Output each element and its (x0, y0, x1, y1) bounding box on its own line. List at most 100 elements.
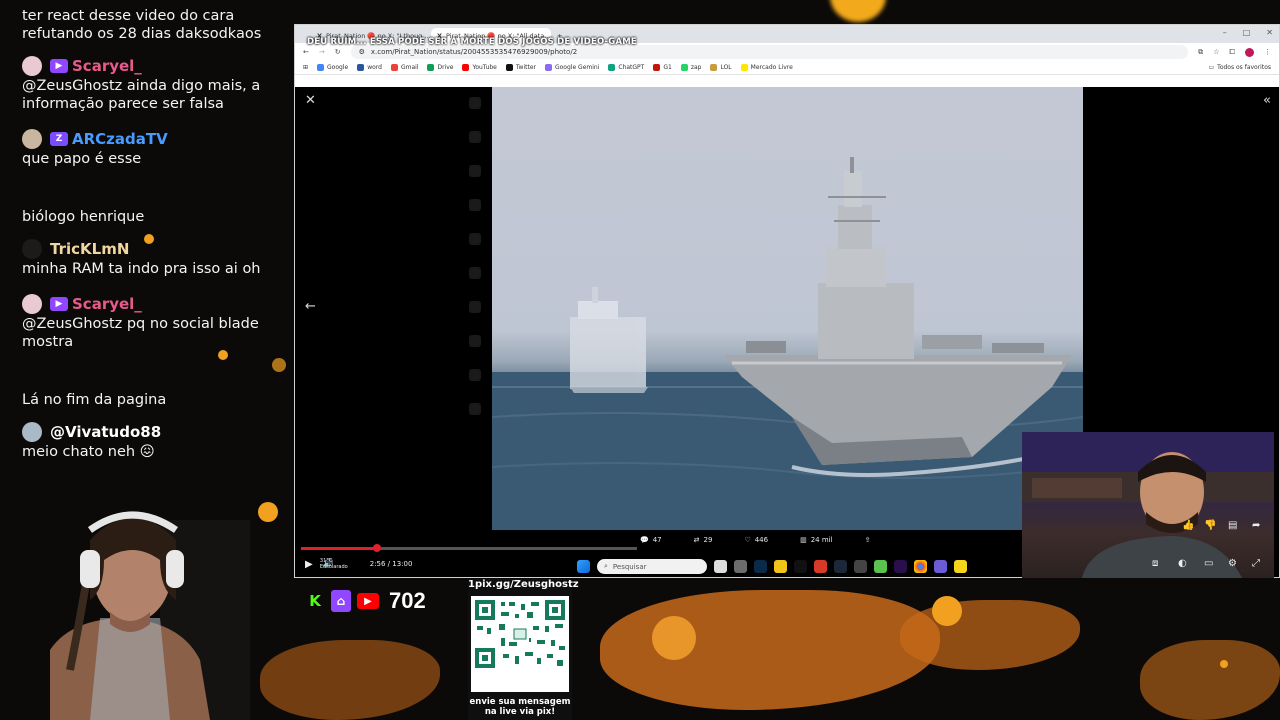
bookmark-twitter[interactable]: Twitter (505, 64, 536, 71)
youtube-icon: ▶ (357, 593, 379, 609)
task-view-icon[interactable] (714, 560, 727, 573)
collapse-panel-icon[interactable]: « (1263, 93, 1271, 108)
chrome-icon[interactable] (914, 560, 927, 573)
x-logo-icon (505, 64, 513, 71)
reply-icon: 💬 (640, 536, 649, 544)
bookmark-g1[interactable]: G1 (653, 64, 672, 71)
qr-code-bottom (471, 672, 569, 692)
reload-icon[interactable]: ↻ (335, 48, 341, 56)
whatsapp-icon (680, 64, 688, 71)
chat-username[interactable]: Scaryel_ (72, 295, 142, 313)
avatar (22, 239, 42, 259)
apps-grid-icon[interactable]: ⊞ (303, 64, 308, 71)
windows-start-icon[interactable] (577, 560, 590, 573)
progress-fill (301, 547, 377, 550)
views-button[interactable]: ▥ 24 mil (800, 536, 832, 544)
bookmark-drive[interactable]: Drive (427, 64, 453, 71)
menu-dots-icon[interactable]: ⋮ (1264, 48, 1271, 56)
post-photo[interactable] (492, 87, 1083, 530)
faded-sidebar (465, 97, 487, 497)
bookmark-gmail[interactable]: Gmail (390, 64, 418, 71)
bookmark-star-icon[interactable]: ☆ (1213, 48, 1219, 56)
bookmark-mercado-livre[interactable]: Mercado Livre (740, 64, 793, 71)
tiktok-icon[interactable] (794, 560, 807, 573)
subtitles-icon[interactable]: ▭ (1204, 558, 1216, 570)
bookmark-youtube[interactable]: YouTube (462, 64, 497, 71)
mercado-livre-icon (740, 64, 748, 71)
chat-message-text: minha RAM ta indo pra isso ai oh (22, 261, 261, 277)
bookmark-word[interactable]: word (357, 64, 382, 71)
like-button[interactable]: ♡ 446 (744, 536, 768, 544)
profile-avatar[interactable] (1245, 47, 1254, 57)
subscriber-badge-icon: Z (50, 132, 68, 146)
obs-icon[interactable] (854, 560, 867, 573)
share-icon: ⇪ (864, 536, 871, 544)
file-explorer-icon[interactable] (734, 560, 747, 573)
steam-icon[interactable] (834, 560, 847, 573)
like-icon[interactable]: 👍 (1182, 520, 1194, 532)
app-icon[interactable] (934, 560, 947, 573)
maximize-icon[interactable]: □ (1243, 28, 1251, 37)
all-bookmarks[interactable]: ▭ Todos os favoritos (1209, 64, 1272, 71)
bookmark-google[interactable]: Google (317, 64, 348, 71)
install-icon[interactable]: ⧉ (1198, 48, 1203, 57)
bookmark-zap[interactable]: zap (680, 64, 701, 71)
streamer-webcam (50, 511, 250, 720)
chat-message-text: ter react desse video do cara refutando … (22, 8, 262, 42)
minimize-icon[interactable]: – (1223, 28, 1227, 37)
progress-handle[interactable] (372, 544, 381, 552)
prime-badge-icon: ▶ (50, 297, 68, 311)
premiere-icon[interactable] (894, 560, 907, 573)
pix-message: envie sua mensagem na live via pix! (469, 697, 571, 717)
sticky-notes-icon[interactable] (954, 560, 967, 573)
chat-username[interactable]: Scaryel_ (72, 57, 142, 75)
fullscreen-icon[interactable]: ⤢ (1252, 558, 1264, 570)
close-viewer-icon[interactable]: ✕ (305, 93, 316, 108)
twitch-icon: ⌂ (331, 590, 351, 612)
back-arrow-icon[interactable]: ← (303, 48, 309, 56)
app-icon[interactable] (814, 560, 827, 573)
bookmark-gemini[interactable]: Google Gemini (544, 64, 599, 71)
forward-arrow-icon[interactable]: → (319, 48, 325, 56)
follower-count: 702 (389, 588, 426, 613)
share-button[interactable]: ⇪ (865, 536, 871, 544)
post-actions: 💬 47 ⇄ 29 ♡ 446 ▥ 24 mil ⇪ (640, 536, 870, 544)
extensions-icon[interactable]: ⧠ (1229, 48, 1235, 57)
site-info-icon[interactable]: ⚙ (359, 48, 365, 56)
caption-icon[interactable]: ⧈ (1152, 558, 1164, 570)
repost-button[interactable]: ⇄ 29 (694, 536, 713, 544)
word-icon (357, 64, 365, 71)
search-icon: ⌕ (604, 562, 608, 570)
reply-button[interactable]: 💬 47 (640, 536, 662, 544)
app-icon[interactable] (874, 560, 887, 573)
gemini-icon (544, 64, 552, 71)
chat-username[interactable]: @Vivatudo88 (50, 423, 161, 441)
folder-icon: ▭ (1208, 64, 1215, 71)
chat-message: Lá no fim da pagina (22, 391, 284, 409)
share-arrow-icon[interactable]: ➦ (1252, 520, 1264, 532)
chat-username[interactable]: ARCzadaTV (72, 130, 168, 148)
pix-url[interactable]: 1pix.gg/Zeusghostz (468, 579, 579, 590)
photoshop-icon[interactable] (754, 560, 767, 573)
chat-message-text: Lá no fim da pagina (22, 392, 167, 408)
prev-photo-icon[interactable]: ← (305, 299, 316, 314)
chat-username[interactable]: TricKLmN (50, 240, 129, 258)
bookmark-chatgpt[interactable]: ChatGPT (608, 64, 644, 71)
dislike-icon[interactable]: 👎 (1204, 520, 1216, 532)
gmail-icon (390, 64, 398, 71)
bg-ember (932, 596, 962, 626)
taskbar-search[interactable]: ⌕ Pesquisar (597, 559, 707, 574)
chat-panel: ter react desse video do cara refutando … (0, 0, 292, 480)
settings-gear-icon[interactable]: ⚙ (1228, 558, 1240, 570)
bg-paint-splash (260, 640, 440, 720)
folder-icon[interactable] (774, 560, 787, 573)
comment-icon[interactable]: ▤ (1228, 520, 1240, 532)
warship-image (492, 157, 1083, 530)
chat-message: @Vivatudo88 meio chato neh 😖 (22, 421, 284, 461)
video-progress-bar[interactable] (301, 544, 637, 552)
close-window-icon[interactable]: ✕ (1266, 28, 1273, 37)
bookmark-lol[interactable]: LOL (710, 64, 732, 71)
url-field[interactable]: ⚙ x.com/Pirat_Nation/status/200455353547… (350, 45, 1189, 59)
video-creator-cam: 👍 👎 ▤ ➦ ⧈ ◐ ▭ ⚙ ⤢ (1022, 432, 1274, 578)
autoplay-toggle-icon[interactable]: ◐ (1178, 558, 1190, 570)
